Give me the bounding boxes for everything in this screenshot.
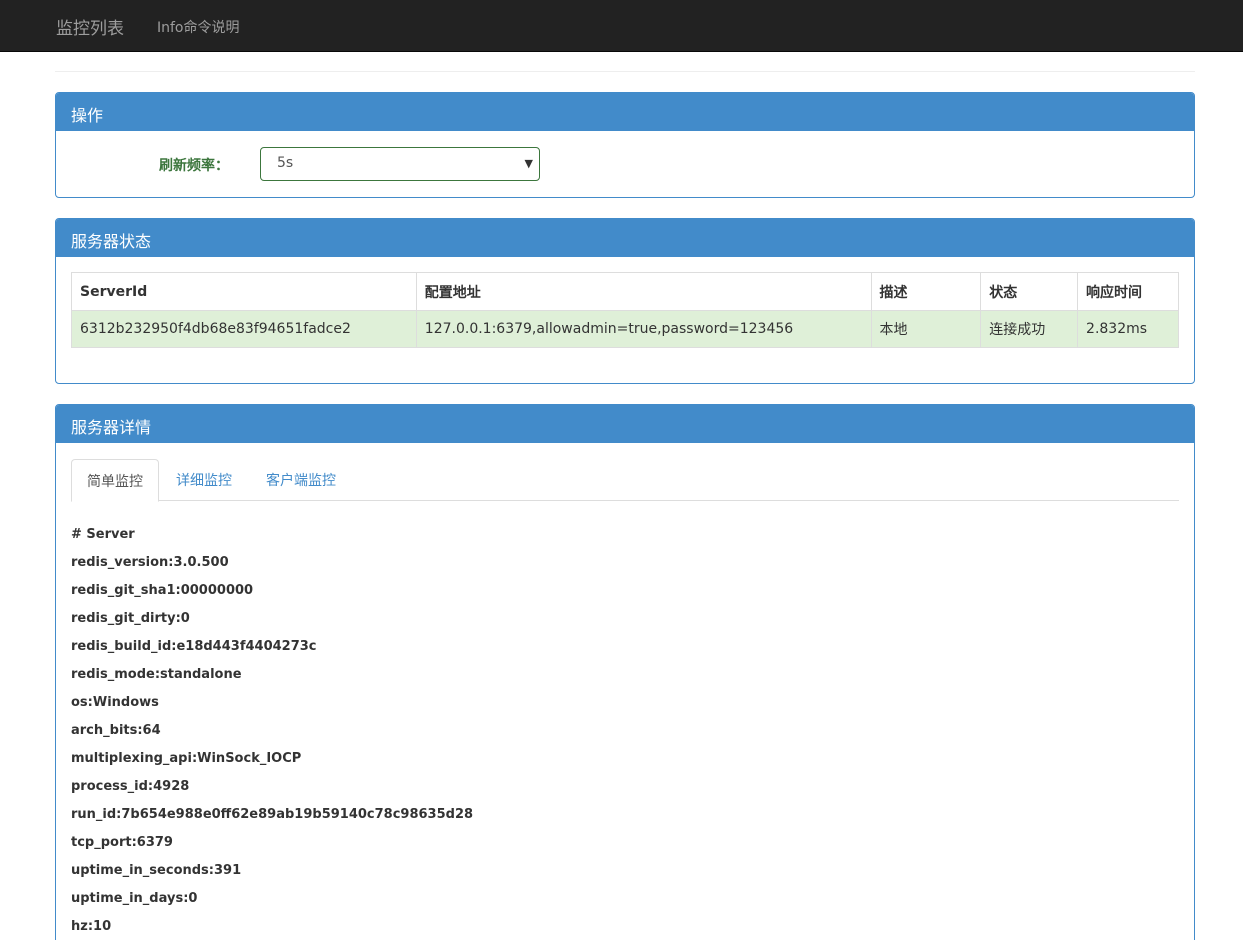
info-output-list: # Server redis_version:3.0.500 redis_git… bbox=[71, 525, 473, 940]
list-item: tcp_port:6379 bbox=[71, 835, 173, 850]
table-header-row: ServerId 配置地址 描述 状态 响应时间 bbox=[71, 272, 1179, 311]
refresh-rate-value: 5s bbox=[277, 155, 294, 171]
list-item: uptime_in_seconds:391 bbox=[71, 863, 242, 878]
nav-brand-monitor-list[interactable]: 监控列表 bbox=[56, 14, 124, 39]
list-item: uptime_in_days:0 bbox=[71, 891, 198, 906]
list-item: os:Windows bbox=[71, 695, 159, 710]
cell-serverid: 6312b232950f4db68e83f94651fadce2 bbox=[71, 310, 417, 348]
server-detail-panel-title: 服务器详情 bbox=[56, 405, 1194, 443]
col-header-state: 状态 bbox=[980, 272, 1079, 311]
list-item: redis_version:3.0.500 bbox=[71, 555, 229, 570]
tab-client-monitor[interactable]: 客户端监控 bbox=[251, 459, 351, 501]
list-item: redis_mode:standalone bbox=[71, 667, 242, 682]
nav-link-info-help[interactable]: Info命令说明 bbox=[157, 17, 240, 37]
col-header-description: 描述 bbox=[870, 272, 982, 311]
operations-panel-title: 操作 bbox=[56, 93, 1194, 131]
list-item: redis_git_dirty:0 bbox=[71, 611, 190, 626]
cell-state: 连接成功 bbox=[980, 310, 1079, 348]
col-header-config-address: 配置地址 bbox=[415, 272, 872, 311]
server-detail-panel: 服务器详情 简单监控 详细监控 客户端监控 # Server redis_ver… bbox=[55, 404, 1195, 940]
cell-description: 本地 bbox=[870, 310, 982, 348]
list-item: # Server bbox=[71, 527, 135, 542]
operations-panel: 操作 刷新频率： 5s ▼ bbox=[55, 92, 1195, 198]
refresh-rate-select[interactable]: 5s ▼ bbox=[260, 147, 540, 181]
detail-tabs: 简单监控 详细监控 客户端监控 bbox=[71, 459, 1179, 502]
server-status-table: ServerId 配置地址 描述 状态 响应时间 6312b232950f4db… bbox=[71, 272, 1179, 348]
list-item: redis_git_sha1:00000000 bbox=[71, 583, 254, 598]
list-item: arch_bits:64 bbox=[71, 723, 161, 738]
page-divider bbox=[55, 71, 1195, 72]
col-header-serverid: ServerId bbox=[71, 272, 417, 311]
tab-detailed-monitor[interactable]: 详细监控 bbox=[161, 459, 247, 501]
list-item: redis_build_id:e18d443f4404273c bbox=[71, 639, 317, 654]
tab-simple-monitor[interactable]: 简单监控 bbox=[71, 459, 159, 502]
server-status-panel-title: 服务器状态 bbox=[56, 219, 1194, 257]
table-row: 6312b232950f4db68e83f94651fadce2 127.0.0… bbox=[71, 310, 1179, 348]
top-navbar: 监控列表 Info命令说明 bbox=[0, 0, 1243, 52]
list-item: run_id:7b654e988e0ff62e89ab19b59140c78c9… bbox=[71, 807, 474, 822]
cell-config-address: 127.0.0.1:6379,allowadmin=true,password=… bbox=[415, 310, 872, 348]
list-item: process_id:4928 bbox=[71, 779, 190, 794]
col-header-response-time: 响应时间 bbox=[1077, 272, 1179, 311]
list-item: hz:10 bbox=[71, 919, 112, 934]
refresh-rate-label: 刷新频率： bbox=[159, 158, 229, 174]
server-status-panel: 服务器状态 ServerId 配置地址 描述 状态 响应时间 6312b2329… bbox=[55, 218, 1195, 384]
list-item: multiplexing_api:WinSock_IOCP bbox=[71, 751, 302, 766]
chevron-down-icon: ▼ bbox=[524, 157, 533, 170]
cell-response-time: 2.832ms bbox=[1077, 310, 1179, 348]
